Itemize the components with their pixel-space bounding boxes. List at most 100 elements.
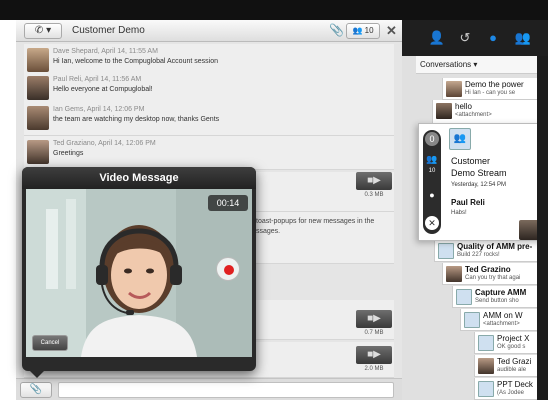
message-text: Hi Ian, welcome to the Compuglobal Accou… xyxy=(53,58,218,65)
conversation-title: PPT Deck xyxy=(497,380,533,389)
conversation-title: Demo the power xyxy=(465,80,524,89)
video-message-popup: Video Message 00:14 Cancel xyxy=(22,167,256,371)
chat-bubble-icon[interactable]: ● xyxy=(425,188,439,202)
avatar xyxy=(446,81,462,97)
conversation-title: Quality of AMM pre- xyxy=(457,242,533,251)
group-icon: 👥 xyxy=(449,128,471,150)
participants-button[interactable]: 👥 10 xyxy=(346,23,380,39)
message-text: ssages. xyxy=(256,228,281,235)
cancel-button[interactable]: Cancel xyxy=(32,335,68,351)
message-text: Greetings xyxy=(53,150,84,157)
avatar xyxy=(478,358,494,374)
popup-title: Video Message xyxy=(22,167,256,189)
video-timer: 00:14 xyxy=(208,195,248,211)
group-icon xyxy=(456,289,472,305)
avatar xyxy=(27,140,49,164)
conversation-title: Capture AMM xyxy=(475,288,527,297)
conversation-preview: audible ale xyxy=(497,367,527,373)
video-attachment[interactable]: ■▶ 0.3 MB xyxy=(356,172,392,198)
conversation-item[interactable]: Ted Grazino Can you try that agai xyxy=(442,263,548,285)
tab-contacts[interactable]: 👤 xyxy=(426,28,448,48)
chat-message: Ted Graziano, April 14, 12:06 PM Greetin… xyxy=(24,136,394,170)
card-text: Habs! xyxy=(451,210,467,216)
conversation-preview: OK good s xyxy=(497,344,526,350)
conversation-item[interactable]: Capture AMM Send button sho xyxy=(452,286,548,308)
record-button[interactable] xyxy=(216,257,240,281)
conversation-preview: <attachment> xyxy=(455,112,492,118)
message-meta: Ted Graziano, April 14, 12:06 PM xyxy=(53,140,156,147)
panel-edge xyxy=(537,56,548,400)
conversation-item[interactable]: AMM on W <attachment> xyxy=(460,309,548,331)
conversation-preview: Build 227 rocks! xyxy=(457,252,500,258)
card-title-line1: Customer xyxy=(451,156,491,166)
people-count: 10 xyxy=(428,168,436,174)
close-icon[interactable]: ✕ xyxy=(425,216,439,230)
chat-message: Paul Reli, April 14, 11:56 AM Hello ever… xyxy=(24,72,394,106)
group-icon xyxy=(478,381,494,397)
attachment-icon[interactable]: 📎 xyxy=(329,23,344,37)
conversation-preview: <attachment> xyxy=(483,321,520,327)
tab-history[interactable]: ↺ xyxy=(454,28,476,48)
conversation-title: Ted Grazi xyxy=(497,357,532,366)
conversations-dropdown[interactable]: Conversations ▾ xyxy=(416,56,548,74)
badge-count: 0 xyxy=(425,132,439,146)
conversation-preview: Send button sho xyxy=(475,298,519,304)
message-input[interactable] xyxy=(58,382,394,398)
attachment-size: 2.0 MB xyxy=(364,366,384,372)
participants-count: 10 xyxy=(364,26,374,35)
chevron-down-icon: ▾ xyxy=(473,60,478,69)
attachment-size: 0.3 MB xyxy=(364,192,384,198)
chat-icon: ● xyxy=(489,30,497,45)
conversation-preview: (As Jodee xyxy=(497,390,525,396)
card-action-strip: 0 👥 10 ● ✕ xyxy=(423,130,441,234)
conversation-item[interactable]: hello <attachment> xyxy=(432,100,548,124)
history-icon: ↺ xyxy=(459,30,471,45)
avatar xyxy=(27,106,49,130)
avatar xyxy=(519,220,539,240)
card-title-line2: Demo Stream xyxy=(451,168,507,178)
card-date: Yesterday, 12:54 PM xyxy=(451,182,507,188)
people-icon: 👥 xyxy=(352,26,363,35)
conversation-item[interactable]: Demo the power Hi Ian - can you se xyxy=(442,78,548,100)
group-icon: 👥 xyxy=(514,30,532,45)
conversation-title: Ted Grazino xyxy=(465,265,511,274)
conversation-title: hello xyxy=(455,102,472,111)
top-bar xyxy=(0,0,548,20)
panel-tabs: 👤 ↺ ● 👥 xyxy=(402,20,548,56)
attach-button[interactable]: 📎 xyxy=(20,382,52,398)
expanded-conversation-card[interactable]: 0 👥 10 ● ✕ 👥 Customer Demo Stream Yester… xyxy=(418,123,548,241)
message-text: toast-popups for new messages in the xyxy=(256,218,375,225)
conversation-preview: Can you try that agai xyxy=(465,275,521,281)
video-camera-icon: ■▶ xyxy=(356,310,392,328)
video-preview: 00:14 Cancel xyxy=(26,189,252,357)
contact-icon: 👤 xyxy=(428,30,446,45)
card-author: Paul Reli xyxy=(451,198,485,207)
phone-icon: ✆ xyxy=(34,25,44,36)
group-icon xyxy=(478,335,494,351)
chat-message: Ian Gems, April 14, 12:06 PM the team ar… xyxy=(24,102,394,136)
video-attachment[interactable]: ■▶ 2.0 MB xyxy=(356,346,392,372)
call-button[interactable]: ✆ ▾ xyxy=(24,23,62,39)
tab-chat[interactable]: ● xyxy=(482,28,504,48)
conversation-preview: Hi Ian - can you se xyxy=(465,90,516,96)
close-icon[interactable]: ✕ xyxy=(386,23,397,39)
app-screen: ✆ ▾ Customer Demo 📎 👥 10 ✕ Dave Shepard,… xyxy=(0,0,548,400)
tab-groups[interactable]: 👥 xyxy=(512,28,534,48)
message-text: Hello everyone at Compuglobal! xyxy=(53,86,153,93)
message-meta: Ian Gems, April 14, 12:06 PM xyxy=(53,106,145,113)
video-camera-icon: ■▶ xyxy=(356,346,392,364)
avatar xyxy=(27,76,49,100)
popup-pointer xyxy=(30,371,44,378)
attachment-size: 0.7 MB xyxy=(364,330,384,336)
avatar xyxy=(446,266,462,282)
avatar xyxy=(27,48,49,72)
conversations-label: Conversations xyxy=(420,60,472,69)
conversation-item[interactable]: Quality of AMM pre- Build 227 rocks! xyxy=(434,240,548,262)
chat-title: Customer Demo xyxy=(72,25,145,36)
compose-bar: 📎 xyxy=(16,378,402,400)
group-icon xyxy=(464,312,480,328)
paperclip-icon: 📎 xyxy=(29,384,43,395)
video-attachment[interactable]: ■▶ 0.7 MB xyxy=(356,310,392,336)
chevron-down-icon: ▾ xyxy=(46,25,52,36)
message-meta: Dave Shepard, April 14, 11:55 AM xyxy=(53,48,158,55)
